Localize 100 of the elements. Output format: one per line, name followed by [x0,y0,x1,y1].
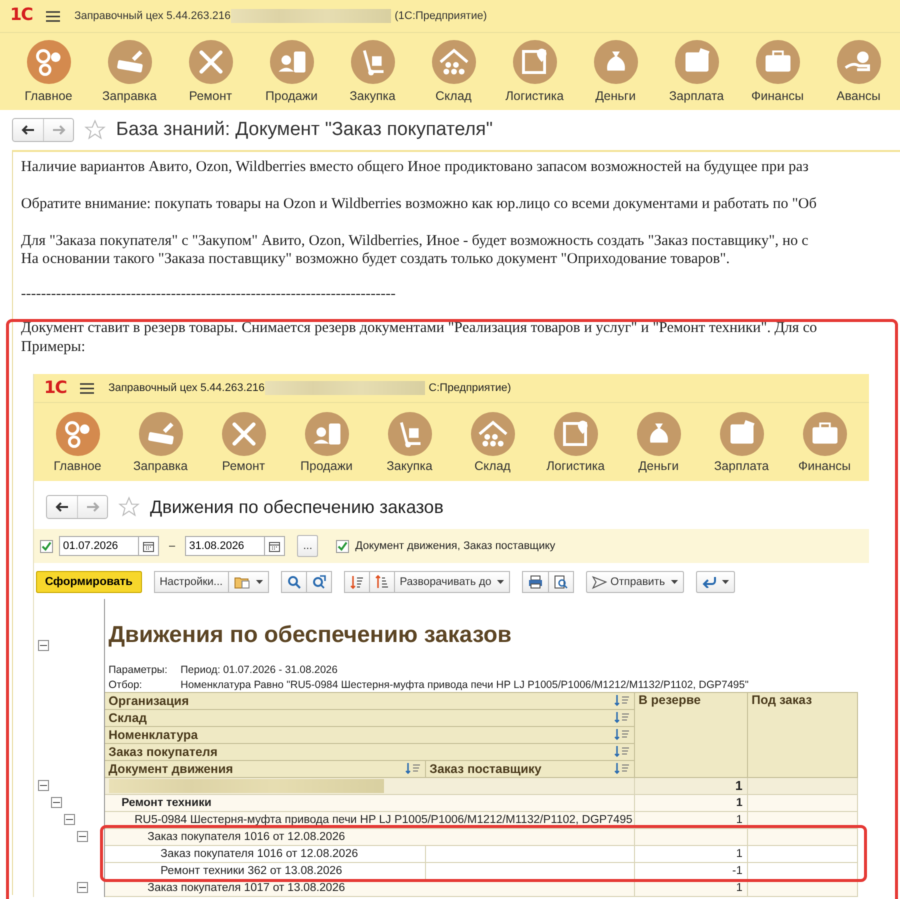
print-button[interactable] [522,571,550,594]
checkbox[interactable] [336,540,350,553]
section-button[interactable]: Авансы [818,39,899,106]
more-button[interactable]: ... [297,535,318,558]
column-header: Склад [108,710,147,725]
send-button[interactable]: Отправить [586,571,684,594]
reserve-value: 1 [736,848,742,860]
checkbox[interactable] [40,540,53,553]
section-button[interactable]: Склад [413,39,494,106]
caret-icon [497,580,504,584]
generate-button[interactable]: Сформировать [36,571,142,594]
page-title: Движения по обеспечению заказов [150,496,444,518]
column-header: Документ движения [108,762,234,776]
star-icon[interactable] [84,118,106,141]
section-button[interactable]: Зарплата [700,411,783,474]
parameter-label: Параметры: [108,664,168,676]
row-label: Заказ покупателя 1017 от 13.08.2026 [148,882,345,894]
reserve-value: 1 [736,814,742,826]
printer-icon [528,575,544,590]
folder-icon [234,575,250,590]
paper-plane-icon [592,576,608,589]
section-button[interactable]: Продажи [251,39,332,106]
section-button[interactable]: Продажи [285,411,368,474]
expand-dropdown[interactable]: Разворачивать до [394,571,510,594]
sort-icon[interactable] [614,712,630,724]
caret-icon [256,580,263,584]
page-magnifier-icon [554,575,568,590]
date-field[interactable]: 01.07.2026 [59,536,139,556]
calendar-icon [269,540,280,552]
reserve-value: 1 [736,882,742,894]
section-button[interactable]: Ремонт [202,411,285,474]
section-button[interactable]: Логистика [534,411,617,474]
return-arrow-icon [702,576,716,588]
menu-icon[interactable] [46,10,60,22]
collapse-toggle[interactable] [64,814,75,826]
caret-icon [722,580,729,584]
section-button[interactable]: Финансы [737,39,818,106]
caret-icon [670,580,678,584]
section-button[interactable]: Заправка [119,411,202,474]
date-field[interactable]: 31.08.2026 [185,536,266,556]
calendar-button[interactable] [265,536,286,556]
sort-icon[interactable] [614,746,630,758]
settings-button[interactable]: Настройки... [154,571,229,594]
search-button[interactable] [280,571,307,594]
section-button[interactable]: Главное [8,39,89,106]
reserve-value: 1 [735,778,742,794]
section-button[interactable]: Зарплата [656,39,737,106]
print-preview-button[interactable] [549,571,574,594]
section-button[interactable]: Закупка [368,411,451,474]
collapse-toggle[interactable] [77,831,88,842]
parameter-label: Отбор: [108,678,144,690]
section-button[interactable]: Закупка [332,39,413,106]
sort-icon[interactable] [614,695,630,706]
section-button[interactable]: Логистика [494,39,575,106]
calendar-icon [143,540,154,552]
menu-icon[interactable] [80,382,94,394]
section-button[interactable]: Ремонт [170,39,251,106]
collapse-toggle[interactable] [38,640,49,652]
logo: 1С [44,378,66,398]
column-header: Заказ покупателя [108,744,218,759]
row-label: Ремонт техники [122,796,212,809]
section-button[interactable]: Главное [36,411,119,474]
app-title: Заправочный цех 5.44.263.216 [108,382,265,394]
sort-icon[interactable] [614,763,630,774]
row-label: RU5-0984 Шестерня-муфта привода печи HP LJ P1005/P1006/M1212/M1132/P1102, DGP7495 [134,814,632,826]
collapse-toggle[interactable] [77,882,88,894]
sort-ascending-button[interactable] [370,571,395,594]
checkmark-icon [41,540,52,552]
paragraph: Наличие вариантов Авито, Ozon, Wildberries вместо общего Иное продиктовано запасом возможностей на будущее при раз [21,158,810,176]
section-button[interactable]: Заправка [89,39,170,106]
sort-icon[interactable] [614,729,630,740]
left-arrow-icon [21,124,35,135]
sort-descending-button[interactable] [344,571,370,594]
section-button[interactable]: Деньги [575,39,656,106]
row-label: Ремонт техники 362 от 13.08.2026 [160,864,342,877]
reserve-value: 1 [736,796,742,809]
date-separator: – [169,540,176,552]
parameter-value: Номенклатура Равно "RU5-0984 Шестерня-муфта привода печи HP LJ P1005/P1006/M1212/M1132/P1102, DGP7495" [180,678,749,690]
app-title: (1С:Предприятие) [394,8,487,24]
paragraph: Документ ставит в резерв товары. Снимается резерв документами "Реализация товаров и услуг" и "Ремонт техники". Для со Примеры: [21,319,818,356]
column-header: Номенклатура [108,728,198,742]
star-icon[interactable] [118,496,140,518]
sort-ascending-icon [374,575,389,590]
section-button[interactable]: Деньги [617,411,700,474]
parameter-value: Период: 01.07.2026 - 31.08.2026 [180,664,338,676]
page-title: База знаний: Документ "Заказ покупателя" [116,118,493,142]
search-next-button[interactable] [306,571,332,594]
search-icon [286,575,301,590]
sort-icon[interactable] [404,763,420,774]
section-button[interactable]: Склад [451,411,534,474]
right-arrow-icon [52,124,66,135]
return-button[interactable] [696,571,735,594]
collapse-toggle[interactable] [51,797,62,808]
section-button[interactable]: Финансы [783,411,866,474]
collapse-toggle[interactable] [38,780,49,792]
app-title: С:Предприятие) [428,382,512,394]
sort-descending-icon [350,575,364,590]
paragraph: Обратите внимание: покупать товары на Ozon и Wildberries возможно как юр.лицо со всеми документами и работать по "Об [21,194,818,214]
calendar-button[interactable] [139,536,159,556]
report-variant-button[interactable] [228,571,269,594]
